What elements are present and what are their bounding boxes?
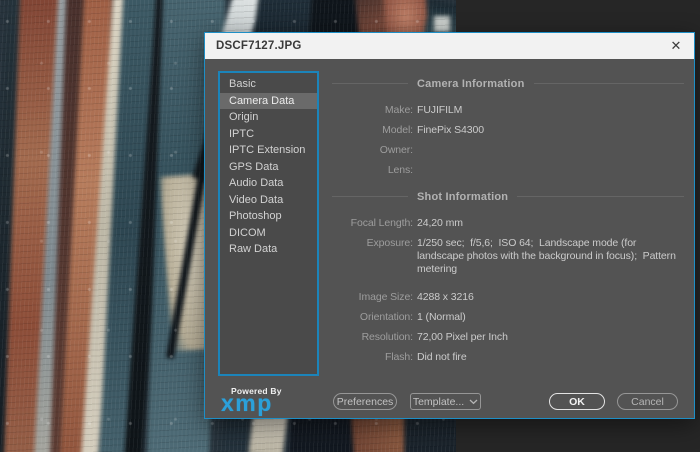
paint-stroke bbox=[434, 16, 450, 32]
header-rule-right bbox=[517, 196, 684, 197]
field-owner: Owner: bbox=[332, 144, 684, 157]
camera-data-panel: Camera Information Make: FUJIFILM Model:… bbox=[332, 69, 684, 371]
field-image-size-value: 4288 x 3216 bbox=[417, 291, 474, 303]
sidebar-item-gps-data[interactable]: GPS Data bbox=[220, 159, 317, 176]
camera-information-header: Camera Information bbox=[332, 77, 684, 90]
field-orientation: Orientation: 1 (Normal) bbox=[332, 311, 684, 324]
field-owner-value bbox=[417, 144, 684, 157]
sidebar-item-dicom[interactable]: DICOM bbox=[220, 225, 317, 242]
screen: DSCF7127.JPG ✕ Basic Camera Data Origin … bbox=[0, 0, 700, 452]
sidebar-item-iptc[interactable]: IPTC bbox=[220, 126, 317, 143]
field-image-size-label: Image Size: bbox=[358, 291, 413, 303]
ok-button-label: OK bbox=[569, 395, 585, 408]
sidebar-item-camera-data[interactable]: Camera Data bbox=[220, 92, 317, 109]
field-make-label: Make: bbox=[384, 104, 413, 116]
xmp-logo-text: xmp bbox=[221, 390, 273, 416]
sidebar-item-audio-data[interactable]: Audio Data bbox=[220, 175, 317, 192]
dialog-body: Basic Camera Data Origin IPTC IPTC Exten… bbox=[205, 59, 694, 418]
dialog-titlebar[interactable]: DSCF7127.JPG ✕ bbox=[205, 33, 694, 59]
ok-button[interactable]: OK bbox=[549, 393, 605, 410]
field-resolution-label: Resolution: bbox=[361, 331, 414, 343]
camera-information-title: Camera Information bbox=[417, 77, 525, 90]
cancel-button[interactable]: Cancel bbox=[617, 393, 678, 410]
field-model-label: Model: bbox=[382, 124, 413, 136]
field-focal-length-label: Focal Length: bbox=[350, 217, 413, 229]
chevron-down-icon bbox=[469, 399, 478, 404]
field-image-size: Image Size: 4288 x 3216 bbox=[332, 291, 684, 304]
field-lens-label: Lens: bbox=[387, 164, 413, 176]
metadata-category-list: Basic Camera Data Origin IPTC IPTC Exten… bbox=[218, 71, 319, 376]
field-focal-length-value: 24,20 mm bbox=[417, 217, 463, 229]
field-exposure-label: Exposure: bbox=[366, 237, 413, 249]
field-make: Make: FUJIFILM bbox=[332, 104, 684, 117]
field-exposure-value: 1/250 sec; f/5,6; ISO 64; Landscape mode… bbox=[417, 237, 679, 275]
header-rule-left bbox=[332, 196, 408, 197]
field-model: Model: FinePix S4300 bbox=[332, 124, 684, 137]
field-focal-length: Focal Length: 24,20 mm bbox=[332, 217, 684, 230]
field-exposure: Exposure: 1/250 sec; f/5,6; ISO 64; Land… bbox=[332, 237, 684, 276]
template-dropdown-button[interactable]: Template... bbox=[410, 393, 481, 410]
shot-information-title: Shot Information bbox=[417, 190, 509, 203]
dialog-title: DSCF7127.JPG bbox=[216, 40, 302, 52]
dialog-footer: Powered By xmp Preferences Template... O… bbox=[205, 378, 694, 418]
sidebar-item-origin[interactable]: Origin bbox=[220, 109, 317, 126]
xmp-logo: Powered By xmp bbox=[221, 386, 282, 416]
field-flash-label: Flash: bbox=[385, 351, 413, 363]
header-rule-right bbox=[533, 83, 684, 84]
field-lens: Lens: bbox=[332, 164, 684, 177]
field-make-value: FUJIFILM bbox=[417, 104, 463, 116]
field-orientation-label: Orientation: bbox=[359, 311, 413, 323]
field-flash: Flash: Did not fire bbox=[332, 351, 684, 364]
sidebar-item-raw-data[interactable]: Raw Data bbox=[220, 241, 317, 258]
sidebar-item-photoshop[interactable]: Photoshop bbox=[220, 208, 317, 225]
field-lens-value bbox=[417, 164, 684, 177]
field-model-value: FinePix S4300 bbox=[417, 124, 484, 136]
shot-information-header: Shot Information bbox=[332, 190, 684, 203]
cancel-button-label: Cancel bbox=[631, 395, 664, 408]
sidebar-item-basic[interactable]: Basic bbox=[220, 76, 317, 93]
sidebar-item-video-data[interactable]: Video Data bbox=[220, 192, 317, 209]
close-icon[interactable]: ✕ bbox=[668, 38, 684, 54]
field-resolution-value: 72,00 Pixel per Inch bbox=[417, 331, 508, 343]
field-orientation-value: 1 (Normal) bbox=[417, 311, 466, 323]
template-button-label: Template... bbox=[412, 395, 465, 408]
header-rule-left bbox=[332, 83, 408, 84]
sidebar-item-iptc-extension[interactable]: IPTC Extension bbox=[220, 142, 317, 159]
preferences-button-label: Preferences bbox=[336, 395, 394, 408]
field-owner-label: Owner: bbox=[379, 144, 413, 156]
preferences-button[interactable]: Preferences bbox=[333, 393, 397, 410]
file-info-dialog: DSCF7127.JPG ✕ Basic Camera Data Origin … bbox=[204, 32, 695, 419]
field-flash-value: Did not fire bbox=[417, 351, 467, 363]
field-resolution: Resolution: 72,00 Pixel per Inch bbox=[332, 331, 684, 344]
